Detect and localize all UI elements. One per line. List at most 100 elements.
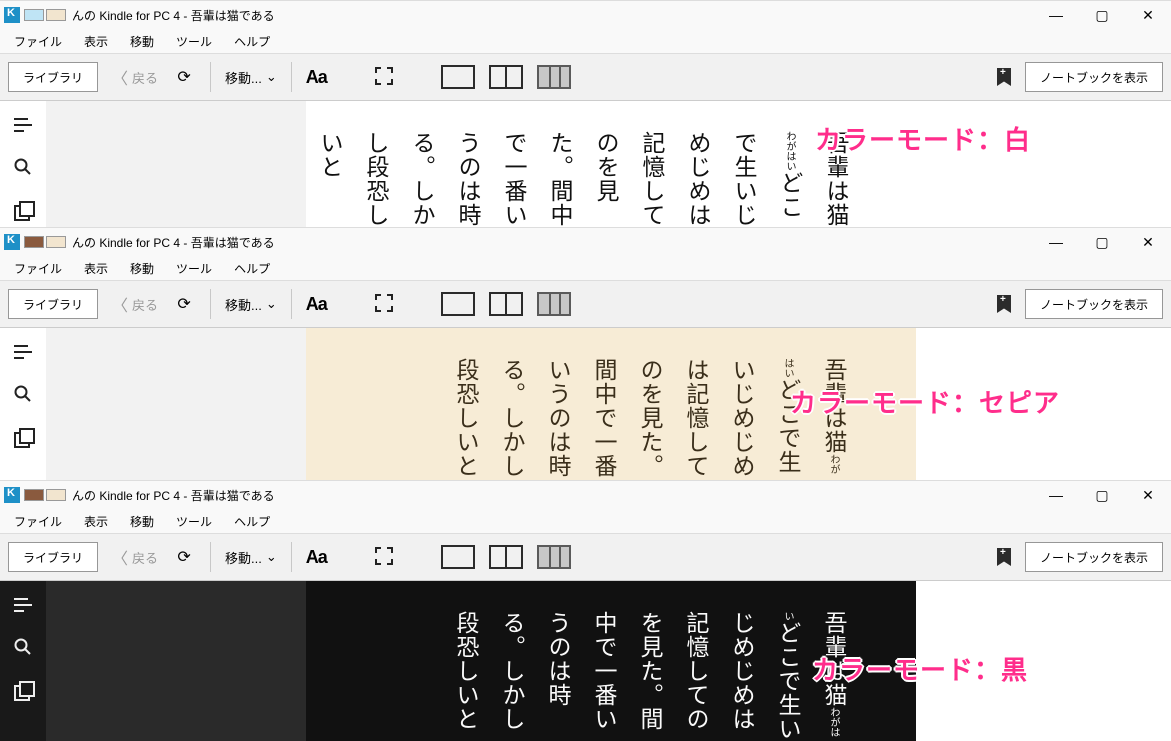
flashcards-button[interactable]: [13, 426, 33, 446]
menu-0[interactable]: ファイル: [4, 31, 72, 52]
chevron-left-icon: 〈: [112, 545, 128, 569]
font-settings-button[interactable]: Aa: [306, 294, 327, 315]
menubar: ファイル表示移動ツールヘルプ: [0, 29, 1171, 53]
text-col: は記憶して: [683, 358, 708, 478]
menu-4[interactable]: ヘルプ: [224, 31, 280, 52]
flashcards-button[interactable]: [13, 679, 33, 699]
menu-1[interactable]: 表示: [74, 258, 118, 279]
layout-double[interactable]: [489, 292, 523, 316]
refresh-button[interactable]: ⟳: [172, 545, 196, 569]
refresh-button[interactable]: ⟳: [172, 292, 196, 316]
notebook-button[interactable]: ノートブックを表示: [1025, 542, 1163, 572]
layout-double[interactable]: [489, 65, 523, 89]
bookmark-icon: +: [997, 548, 1011, 566]
menu-2[interactable]: 移動: [120, 31, 164, 52]
layout-double[interactable]: [489, 545, 523, 569]
menu-4[interactable]: ヘルプ: [224, 258, 280, 279]
window-maximize[interactable]: ▢: [1079, 1, 1125, 29]
window-title: んの Kindle for PC 4 - 吾輩は猫である: [72, 234, 275, 251]
font-settings-button[interactable]: Aa: [306, 67, 327, 88]
search-button[interactable]: [13, 637, 33, 657]
window-maximize[interactable]: ▢: [1079, 228, 1125, 256]
library-button[interactable]: ライブラリ: [8, 62, 98, 92]
menu-1[interactable]: 表示: [74, 511, 118, 532]
fullscreen-button[interactable]: [375, 67, 393, 88]
text-col: いうのは時: [545, 358, 570, 478]
flashcards-button[interactable]: [13, 199, 33, 219]
layout-single[interactable]: [441, 545, 475, 569]
window-maximize[interactable]: ▢: [1079, 481, 1125, 509]
notebook-button[interactable]: ノートブックを表示: [1025, 289, 1163, 319]
toc-button[interactable]: [13, 115, 33, 135]
menu-3[interactable]: ツール: [166, 258, 222, 279]
move-dropdown[interactable]: 移動... ⌄: [225, 295, 277, 314]
move-dropdown[interactable]: 移動... ⌄: [225, 548, 277, 567]
bookmark-icon: +: [997, 68, 1011, 86]
menu-3[interactable]: ツール: [166, 511, 222, 532]
layout-columns-selected[interactable]: [537, 545, 571, 569]
chevron-left-icon: 〈: [112, 65, 128, 89]
sidebar: [0, 101, 46, 227]
move-dropdown[interactable]: 移動... ⌄: [225, 68, 277, 87]
chevron-down-icon: ⌄: [266, 296, 277, 312]
toolbar: ライブラリ 〈 戻る ⟳ 移動... ⌄ Aa: [0, 280, 1171, 328]
search-button[interactable]: [13, 157, 33, 177]
text-col: のを見た。: [637, 358, 662, 478]
toolbar: ライブラリ 〈 戻る ⟳ 移動... ⌄ Aa: [0, 53, 1171, 101]
bookmark-button[interactable]: +: [997, 548, 1011, 566]
layout-single[interactable]: [441, 65, 475, 89]
toolbar-separator: [291, 289, 292, 319]
text-col: 間中で一番: [591, 358, 616, 478]
window-minimize[interactable]: —: [1033, 1, 1079, 29]
toc-button[interactable]: [13, 342, 33, 362]
text-col: る。しかし: [499, 611, 524, 731]
layout-single[interactable]: [441, 292, 475, 316]
chevron-down-icon: ⌄: [266, 69, 277, 85]
menu-3[interactable]: ツール: [166, 31, 222, 52]
menu-2[interactable]: 移動: [120, 258, 164, 279]
back-button[interactable]: 〈 戻る: [112, 292, 158, 316]
font-settings-button[interactable]: Aa: [306, 547, 327, 568]
window-minimize[interactable]: —: [1033, 481, 1079, 509]
window-title: んの Kindle for PC 4 - 吾輩は猫である: [72, 487, 275, 504]
app-icon: [4, 7, 20, 23]
window-title: んの Kindle for PC 4 - 吾輩は猫である: [72, 7, 275, 24]
layout-columns-selected[interactable]: [537, 292, 571, 316]
annotation-black: カラーモード：黒: [812, 650, 1028, 687]
library-button[interactable]: ライブラリ: [8, 542, 98, 572]
toolbar: ライブラリ 〈 戻る ⟳ 移動... ⌄ Aa: [0, 533, 1171, 581]
fullscreen-button[interactable]: [375, 547, 393, 568]
annotation-white: カラーモード：白: [815, 120, 1031, 157]
annotation-sepia: カラーモード：セピア: [790, 383, 1060, 420]
refresh-button[interactable]: ⟳: [172, 65, 196, 89]
fullscreen-button[interactable]: [375, 294, 393, 315]
toolbar-separator: [210, 62, 211, 92]
bookmark-button[interactable]: +: [997, 295, 1011, 313]
text-col: いじめじめ: [729, 358, 754, 478]
sidebar: [0, 581, 46, 741]
menu-0[interactable]: ファイル: [4, 511, 72, 532]
layout-columns-selected[interactable]: [537, 65, 571, 89]
window-close[interactable]: ✕: [1125, 481, 1171, 509]
menu-0[interactable]: ファイル: [4, 258, 72, 279]
toc-button[interactable]: [13, 595, 33, 615]
menu-2[interactable]: 移動: [120, 511, 164, 532]
notebook-button[interactable]: ノートブックを表示: [1025, 62, 1163, 92]
app-icon: [4, 234, 20, 250]
bookmark-icon: +: [997, 295, 1011, 313]
window-minimize[interactable]: —: [1033, 228, 1079, 256]
menubar: ファイル表示移動ツールヘルプ: [0, 509, 1171, 533]
window-close[interactable]: ✕: [1125, 228, 1171, 256]
text-col: る。しかし: [499, 358, 524, 478]
back-button[interactable]: 〈 戻る: [112, 65, 158, 89]
back-button[interactable]: 〈 戻る: [112, 545, 158, 569]
title-swatches: [24, 9, 68, 21]
toolbar-separator: [210, 289, 211, 319]
bookmark-button[interactable]: +: [997, 68, 1011, 86]
search-button[interactable]: [13, 384, 33, 404]
menu-4[interactable]: ヘルプ: [224, 511, 280, 532]
window-close[interactable]: ✕: [1125, 1, 1171, 29]
menu-1[interactable]: 表示: [74, 31, 118, 52]
chevron-left-icon: 〈: [112, 292, 128, 316]
library-button[interactable]: ライブラリ: [8, 289, 98, 319]
